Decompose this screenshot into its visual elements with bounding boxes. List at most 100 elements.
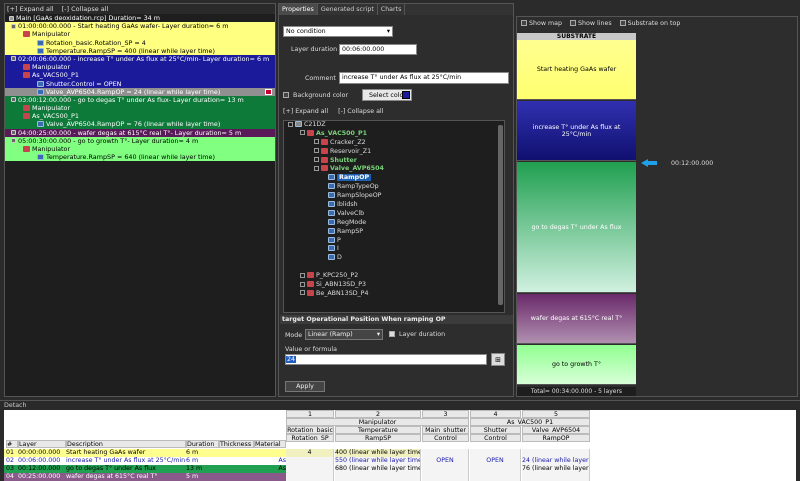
table-cell: wafer degas at 615°C real T° [66, 473, 158, 480]
layer-duration-checkbox-label: Layer duration [399, 331, 446, 338]
box-icon [11, 56, 16, 62]
device-tree-item[interactable]: Cracker_Z2 [284, 138, 504, 148]
tree-row[interactable]: Manipulator [5, 30, 275, 39]
blue-variable-icon [328, 209, 335, 216]
table-cell [335, 473, 421, 481]
device-tree-item[interactable]: P_KPC250_P2 [284, 272, 504, 281]
expander-icon[interactable] [300, 290, 305, 296]
layer-block[interactable]: go to growth T° [517, 345, 636, 385]
tree-row[interactable]: Rotation_basic.Rotation_SP = 4 [5, 38, 275, 47]
device-tree-label: P [337, 236, 341, 244]
table-cell: 02 [6, 457, 15, 464]
tree-row[interactable]: Manipulator [5, 63, 275, 72]
device-tree-item[interactable]: Be_ABN13SD_P4 [284, 289, 504, 299]
box-icon [11, 138, 16, 144]
background-color-checkbox[interactable] [283, 92, 289, 98]
layer-duration-input[interactable]: 00:06:00.000 [339, 44, 417, 55]
device-tree-item[interactable]: Iblidsh [284, 201, 504, 210]
expander-icon[interactable] [300, 130, 305, 136]
layer-stack: Start heating GaAs wafer increase T° unde… [517, 40, 636, 386]
tree-row[interactable]: As_VAC500_P1 [5, 112, 275, 121]
device-tree-item[interactable]: As_VAC500_P1 [284, 129, 504, 139]
device-tree-item[interactable]: ValveClb [284, 209, 504, 219]
recipe-icon [9, 15, 14, 21]
device-tree-item[interactable]: P [284, 236, 504, 246]
device-tree-item[interactable]: RampSlopeOP [284, 192, 504, 201]
expander-icon[interactable] [314, 165, 319, 171]
collapse-all-link[interactable]: [-] Collapse all [338, 108, 383, 115]
substrate-on-top-checkbox[interactable] [619, 20, 626, 26]
tree-row[interactable]: Valve_AVP6504.RampOP = 76 (linear while … [5, 120, 275, 129]
blue-variable-icon [328, 201, 335, 208]
tree-row[interactable]: Manipulator [5, 104, 275, 113]
device-tree-item[interactable]: RampOP [284, 174, 504, 183]
tree-row[interactable]: As_VAC500_P1 [5, 71, 275, 80]
tree-row[interactable]: 04:00:25:00.000 - wafer degas at 615°C r… [5, 128, 275, 137]
tree-row[interactable]: Main [GaAs deoxidation.rcp] Duration= 34… [5, 14, 275, 23]
device-tree-item[interactable]: I [284, 245, 504, 254]
tree-row[interactable]: 02:00:06:00.000 - increase T° under As f… [5, 54, 275, 64]
column-number: 3 [422, 410, 469, 418]
device-tree-item[interactable]: C21DZ [284, 121, 504, 130]
show-lines-checkbox[interactable] [570, 20, 576, 26]
layer-block[interactable]: increase T° under As flux at 25°C/min [517, 101, 636, 161]
tree-row[interactable]: Valve_AVP6504.RampOP = 24 (linear while … [5, 87, 275, 96]
device-tree-item[interactable] [284, 299, 504, 308]
layer-block[interactable]: Start heating GaAs wafer [517, 40, 636, 100]
tab-properties[interactable]: Properties [279, 4, 318, 15]
formula-editor-icon[interactable]: ⊞ [491, 353, 505, 366]
tree-row[interactable]: Manipulator [5, 145, 275, 154]
tree-row[interactable]: 05:00:30:00.000 - go to growth T°- Layer… [5, 136, 275, 145]
column-header: Layer [18, 440, 66, 448]
device-tree-item[interactable]: RegMode [284, 218, 504, 228]
device-tree-item[interactable]: RampTypeOp [284, 183, 504, 192]
tab-generated-script[interactable]: Generated script [318, 4, 378, 15]
collapse-all-link[interactable]: [-] Collapse all [62, 5, 109, 13]
expander-icon[interactable] [314, 157, 319, 163]
box-icon [11, 130, 16, 136]
device-tree-item[interactable]: RampSP [284, 227, 504, 237]
expand-all-link[interactable]: [+] Expand all [283, 108, 328, 115]
table-cell [422, 473, 469, 481]
condition-select[interactable]: No condition ▾ [283, 26, 393, 37]
apply-button[interactable]: Apply [285, 381, 325, 392]
device-tree-item[interactable]: Si_ABN13SD_P3 [284, 281, 504, 290]
red-device-icon [307, 272, 314, 279]
layer-duration-checkbox[interactable] [389, 331, 395, 337]
device-tree-item[interactable] [284, 263, 504, 272]
table-cell [254, 473, 286, 481]
layer-block[interactable]: wafer degas at 615°C real T° [517, 294, 636, 344]
device-tree-item[interactable]: Valve_AVP6504 [284, 165, 504, 174]
tree-row[interactable]: 01:00:00:00.000 - Start heating GaAs waf… [5, 22, 275, 31]
tab-charts[interactable]: Charts [378, 4, 406, 15]
device-tree-item[interactable]: Shutter [284, 156, 504, 166]
value-formula-input[interactable]: 24 [285, 354, 487, 365]
table-cell: 550 (linear while layer time) [335, 457, 421, 465]
mode-select[interactable]: Linear (Ramp) ▾ [305, 329, 383, 340]
table-cell: As [278, 465, 286, 472]
device-tree-item[interactable]: D [284, 254, 504, 263]
table-cell: 01 [6, 449, 15, 456]
device-tree-label: Reservoir_Z1 [330, 147, 372, 155]
expander-icon[interactable] [314, 148, 319, 154]
tree-row[interactable]: 03:00:12:00.000 - go to degas T° under A… [5, 95, 275, 105]
delete-icon[interactable] [265, 88, 272, 95]
tree-row[interactable]: Shutter.Control = OPEN [5, 79, 275, 88]
show-map-checkbox[interactable] [521, 20, 527, 26]
tree-row[interactable]: Temperature.RampSP = 640 (linear while l… [5, 153, 275, 162]
table-cell: go to degas T° under As flux [66, 465, 156, 472]
comment-input[interactable]: increase T° under As flux at 25°C/min [339, 72, 509, 84]
expander-icon[interactable] [288, 121, 293, 127]
detach-bar[interactable]: Detach [0, 400, 800, 410]
tree-scrollbar[interactable] [498, 125, 503, 305]
red-device-icon [321, 147, 328, 154]
device-tree-item[interactable]: Reservoir_Z1 [284, 147, 504, 157]
layer-block-label: Start heating GaAs wafer [536, 66, 617, 73]
layer-block[interactable]: go to degas T° under As flux [517, 162, 636, 293]
expander-icon[interactable] [300, 281, 305, 287]
expander-icon[interactable] [314, 139, 319, 145]
tree-row[interactable]: Temperature.RampSP = 400 (linear while l… [5, 46, 275, 55]
expand-all-link[interactable]: [+] Expand all [7, 5, 54, 13]
red-device-icon [23, 31, 30, 38]
expander-icon[interactable] [300, 272, 305, 278]
